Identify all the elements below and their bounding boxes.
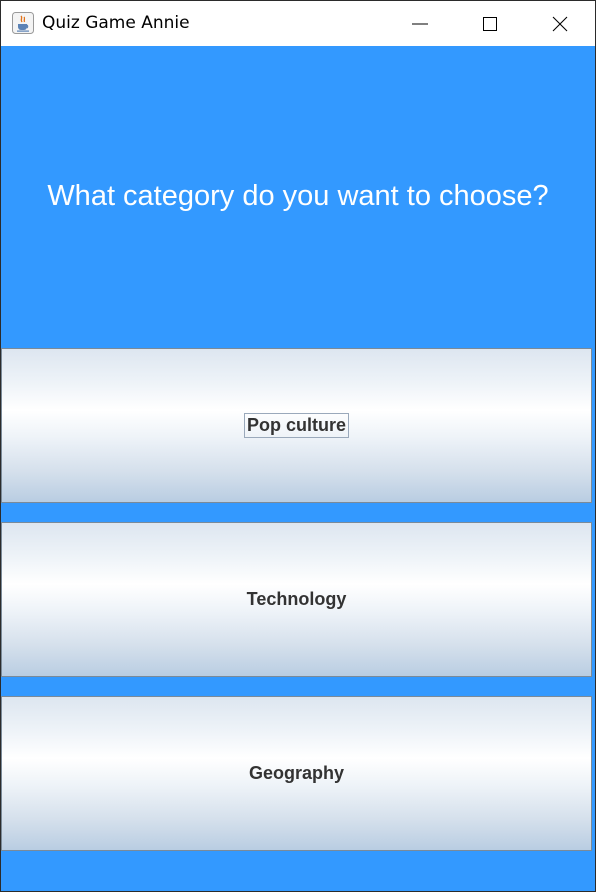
minimize-button[interactable] [385,1,455,46]
technology-label: Technology [246,589,347,609]
maximize-button[interactable] [455,1,525,46]
close-icon [552,16,568,31]
minimize-icon [412,23,428,24]
geography-button[interactable]: Geography [1,696,592,851]
question-panel: What category do you want to choose? [1,46,595,347]
pop-culture-label: Pop culture [243,413,349,438]
title-bar[interactable]: Quiz Game Annie [1,1,595,46]
window-title: Quiz Game Annie [42,13,190,33]
maximize-icon [483,16,497,31]
pop-culture-button[interactable]: Pop culture [1,348,592,503]
java-coffee-cup-icon [12,12,34,34]
question-text: What category do you want to choose? [47,180,549,212]
quiz-window: Quiz Game Annie What category do you wan… [0,0,596,892]
close-button[interactable] [525,1,595,46]
technology-button[interactable]: Technology [1,522,592,677]
geography-label: Geography [248,763,345,783]
